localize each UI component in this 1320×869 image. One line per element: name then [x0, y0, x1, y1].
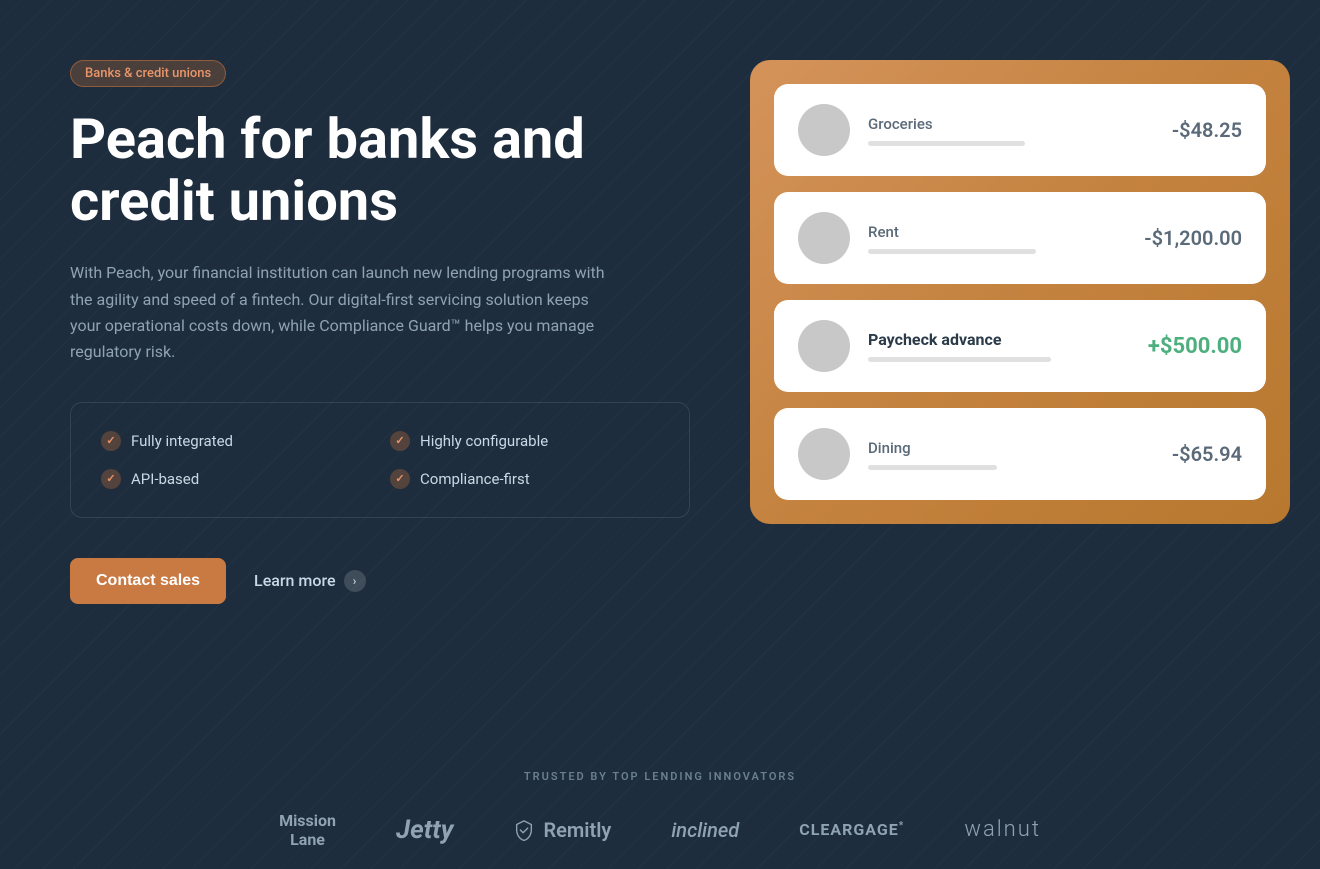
hero-description: With Peach, your financial institution c… [70, 260, 610, 366]
check-icon-1 [101, 431, 121, 451]
logo-inclined: inclined [671, 818, 739, 842]
logo-jetty: Jetty [396, 815, 453, 845]
feature-item-3: API-based [101, 469, 370, 489]
logo-cleargage: CLEARGAGE* [799, 820, 904, 839]
tx-bar-paycheck [868, 357, 1051, 362]
tx-name-dining: Dining [868, 439, 1154, 457]
remitly-text: Remitly [543, 818, 611, 842]
right-column: Groceries -$48.25 Rent -$1,200.00 Payche… [750, 60, 1290, 524]
tx-name-groceries: Groceries [868, 115, 1154, 133]
tx-amount-rent: -$1,200.00 [1144, 226, 1242, 250]
remitly-shield-icon [513, 819, 535, 841]
tx-name-paycheck: Paycheck advance [868, 330, 1130, 349]
tx-info-groceries: Groceries [868, 115, 1154, 146]
contact-sales-button[interactable]: Contact sales [70, 558, 226, 604]
feature-item-2: Highly configurable [390, 431, 659, 451]
tx-info-dining: Dining [868, 439, 1154, 470]
page-wrapper: Banks & credit unions Peach for banks an… [0, 0, 1320, 869]
check-icon-3 [101, 469, 121, 489]
logo-walnut: walnut [964, 817, 1041, 842]
feature-label-4: Compliance-first [420, 470, 530, 488]
feature-label-1: Fully integrated [131, 432, 233, 450]
trusted-section: Trusted by top lending innovators Missio… [0, 770, 1320, 849]
tx-amount-paycheck: +$500.00 [1148, 334, 1242, 359]
left-column: Banks & credit unions Peach for banks an… [70, 60, 690, 604]
trusted-label: Trusted by top lending innovators [524, 770, 796, 783]
tx-name-rent: Rent [868, 223, 1126, 241]
feature-item-4: Compliance-first [390, 469, 659, 489]
check-icon-4 [390, 469, 410, 489]
tx-avatar-groceries [798, 104, 850, 156]
hero-title: Peach for banks and credit unions [70, 109, 690, 232]
card-panel: Groceries -$48.25 Rent -$1,200.00 Payche… [750, 60, 1290, 524]
logo-remitly: Remitly [513, 818, 611, 842]
feature-label-3: API-based [131, 470, 199, 488]
feature-item-1: Fully integrated [101, 431, 370, 451]
learn-more-link[interactable]: Learn more › [254, 570, 365, 592]
feature-label-2: Highly configurable [420, 432, 548, 450]
tx-bar-dining [868, 465, 997, 470]
tx-info-rent: Rent [868, 223, 1126, 254]
features-box: Fully integrated Highly configurable API… [70, 402, 690, 518]
tag-badge: Banks & credit unions [70, 60, 226, 87]
transaction-card-groceries: Groceries -$48.25 [774, 84, 1266, 176]
learn-more-text: Learn more [254, 571, 335, 590]
tx-amount-groceries: -$48.25 [1172, 118, 1242, 142]
tx-avatar-dining [798, 428, 850, 480]
tx-bar-rent [868, 249, 1036, 254]
tx-amount-dining: -$65.94 [1172, 442, 1242, 466]
tx-avatar-paycheck [798, 320, 850, 372]
tx-avatar-rent [798, 212, 850, 264]
check-icon-2 [390, 431, 410, 451]
transaction-card-paycheck: Paycheck advance +$500.00 [774, 300, 1266, 392]
cta-row: Contact sales Learn more › [70, 558, 690, 604]
logos-row: MissionLane Jetty Remitly inclined CLEAR… [279, 811, 1041, 849]
tx-info-paycheck: Paycheck advance [868, 330, 1130, 362]
tx-bar-groceries [868, 141, 1025, 146]
logo-mission-lane: MissionLane [279, 811, 336, 849]
transaction-card-dining: Dining -$65.94 [774, 408, 1266, 500]
learn-more-arrow-icon: › [344, 570, 366, 592]
transaction-card-rent: Rent -$1,200.00 [774, 192, 1266, 284]
